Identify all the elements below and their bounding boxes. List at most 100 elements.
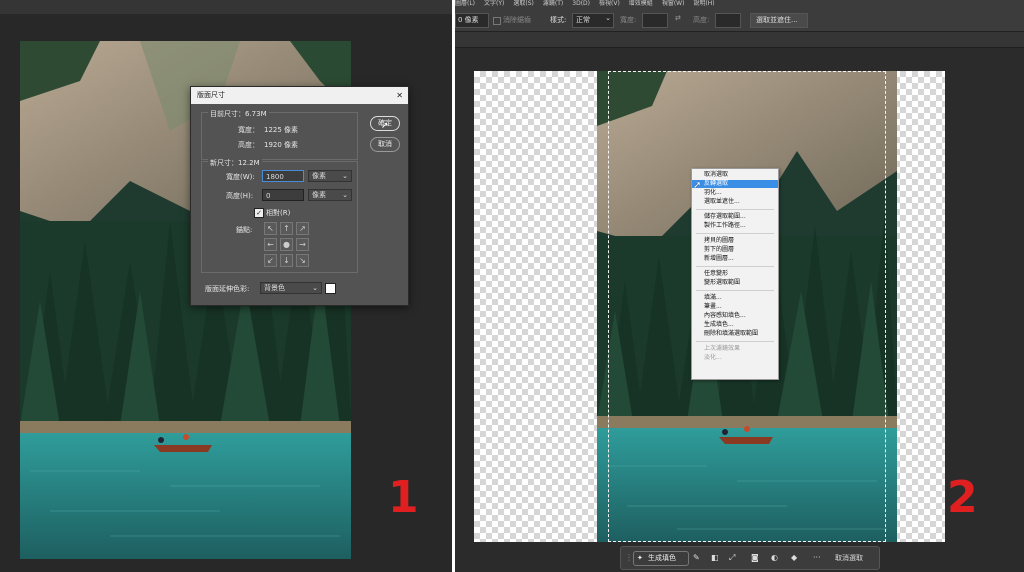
current-height-label: 高度：	[238, 141, 259, 149]
generate-fill-icon: ✦	[637, 554, 643, 562]
anchor-bottom-right-icon[interactable]: ↘	[296, 254, 309, 267]
menu-select[interactable]: 選取(S)	[513, 0, 534, 7]
menu-item-select-and-mask[interactable]: 選取並遮住...	[692, 198, 778, 206]
left-screenshot-panel: 版面尺寸 ✕ 目前尺寸：6.73M 寬度： 1225 像素 高度： 1920 像…	[0, 0, 452, 572]
close-icon[interactable]: ✕	[396, 87, 403, 104]
menu-separator	[696, 341, 774, 342]
height-unit-select[interactable]: 像素 ⌄	[308, 189, 352, 201]
extension-color-value: 背景色	[264, 284, 285, 292]
height-label: 高度(H):	[226, 192, 254, 200]
extension-color-swatch[interactable]	[325, 283, 336, 294]
chevron-down-icon: ⌄	[312, 284, 318, 292]
style-label: 樣式:	[550, 16, 567, 24]
dialog-titlebar: 版面尺寸 ✕	[191, 87, 408, 104]
style-value: 正常	[576, 16, 590, 24]
menu-help[interactable]: 說明(H)	[693, 0, 714, 7]
anti-alias-checkbox[interactable]	[493, 17, 501, 25]
width-label: 寬度(W):	[226, 173, 255, 181]
step-number-2: 2	[947, 472, 978, 523]
menu-item-deselect[interactable]: 取消選取	[692, 171, 778, 179]
generate-fill-button[interactable]: ✦ 生成填色	[633, 551, 689, 566]
menu-item-fade: 淡化...	[704, 354, 722, 361]
menu-view[interactable]: 檢視(V)	[599, 0, 620, 7]
chevron-down-icon: ⌄	[342, 172, 348, 180]
width-label: 寬度:	[620, 16, 637, 24]
mouse-cursor-icon: ➚	[693, 180, 702, 191]
menu-item-make-work-path[interactable]: 製作工作路徑...	[692, 222, 778, 230]
menu-window[interactable]: 視窗(W)	[662, 0, 685, 7]
anchor-bottom-icon[interactable]: ↓	[280, 254, 293, 267]
fill-bucket-icon[interactable]: ◆	[791, 551, 797, 565]
width-unit-select[interactable]: 像素 ⌄	[308, 170, 352, 182]
menu-item-inverse[interactable]: 反轉選取	[692, 180, 778, 188]
width-input[interactable]: 1800	[262, 170, 304, 182]
menu-item-content-aware-fill[interactable]: 內容感知填色...	[692, 312, 778, 320]
generate-fill-label: 生成填色	[648, 554, 676, 562]
anti-alias-label: 消除鋸齒	[503, 16, 531, 24]
feather-value: 0 像素	[458, 16, 479, 24]
deselect-button[interactable]: 取消選取	[835, 551, 863, 565]
menu-separator	[696, 233, 774, 234]
select-and-mask-button[interactable]: 選取並遮住...	[750, 13, 808, 28]
menu-item-transform-selection[interactable]: 變形選取範圍	[692, 279, 778, 287]
extension-color-select[interactable]: 背景色 ⌄	[260, 282, 322, 294]
menu-item-last-filter: 上次濾鏡效果	[704, 345, 741, 352]
menu-item-layer-via-copy[interactable]: 拷貝的圖層	[692, 237, 778, 245]
menu-item-feather[interactable]: 羽化...	[692, 189, 778, 197]
menu-bar: 圖層(L) 文字(Y) 選取(S) 濾鏡(T) 3D(D) 檢視(V) 增效模組 視窗(W) 說…	[455, 0, 1024, 8]
height-unit-value: 像素	[312, 191, 326, 199]
menu-item-new-layer[interactable]: 新增圖層...	[692, 255, 778, 263]
chevron-down-icon: ⌄	[605, 14, 611, 22]
menu-filter[interactable]: 濾鏡(T)	[543, 0, 563, 7]
brush-icon[interactable]: ✎	[693, 551, 700, 565]
width-unit-value: 像素	[312, 172, 326, 180]
menu-separator	[696, 209, 774, 210]
menu-separator	[696, 290, 774, 291]
left-top-strip	[0, 0, 452, 14]
menu-item-layer-via-cut[interactable]: 剪下的圖層	[692, 246, 778, 254]
cancel-button[interactable]: 取消	[370, 137, 400, 152]
menu-item-save-selection[interactable]: 儲存選取範圍...	[692, 213, 778, 221]
swap-icon[interactable]: ⇄	[675, 14, 681, 22]
menu-item-delete-and-fill[interactable]: 刪除和填滿選取範圍	[692, 330, 778, 338]
more-options-icon[interactable]: ···	[813, 551, 821, 565]
menu-type[interactable]: 文字(Y)	[484, 0, 504, 7]
anchor-top-left-icon[interactable]: ↖	[264, 222, 277, 235]
style-select[interactable]: 正常 ⌄	[572, 13, 614, 28]
anchor-grid: ↖ ↑ ↗ ← ● → ↙ ↓ ↘	[264, 222, 309, 267]
options-bar: 0 像素 消除鋸齒 樣式: 正常 ⌄ 寬度: ⇄ 高度: 選取並遮住...	[455, 8, 1024, 32]
anchor-right-icon[interactable]: →	[296, 238, 309, 251]
menu-3d[interactable]: 3D(D)	[572, 0, 590, 7]
mouse-cursor-icon: ➚	[381, 121, 389, 131]
width-field[interactable]	[642, 13, 668, 28]
height-label: 高度:	[693, 16, 710, 24]
step-number-1: 1	[388, 472, 419, 523]
current-size-group: 目前尺寸：6.73M 寬度： 1225 像素 高度： 1920 像素	[201, 109, 358, 160]
new-size-group: 新尺寸：12.2M 寬度(W): 1800 像素 ⌄ 高度(H): 0 像素 ⌄…	[201, 158, 358, 273]
select-subject-icon[interactable]: ◧	[711, 551, 719, 565]
menu-item-stroke[interactable]: 筆畫...	[692, 303, 778, 311]
feather-input[interactable]: 0 像素	[455, 13, 489, 28]
anchor-bottom-left-icon[interactable]: ↙	[264, 254, 277, 267]
menu-item-fill[interactable]: 填滿...	[692, 294, 778, 302]
anchor-left-icon[interactable]: ←	[264, 238, 277, 251]
anchor-top-icon[interactable]: ↑	[280, 222, 293, 235]
height-field[interactable]	[715, 13, 741, 28]
dialog-title: 版面尺寸	[197, 91, 225, 99]
context-menu: 取消選取 反轉選取 羽化... 選取並遮住... 儲存選取範圍... 製作工作路…	[691, 168, 779, 380]
current-height-value: 1920 像素	[264, 141, 299, 149]
select-and-mask-label: 選取並遮住...	[756, 16, 798, 24]
height-input[interactable]: 0	[262, 189, 304, 201]
transform-icon[interactable]: ⤢	[729, 551, 735, 565]
menu-layer[interactable]: 圖層(L)	[455, 0, 475, 7]
relative-checkbox[interactable]: ✓	[254, 208, 264, 218]
menu-item-generative-fill[interactable]: 生成填色...	[692, 321, 778, 329]
chevron-down-icon: ⌄	[342, 191, 348, 199]
anchor-top-right-icon[interactable]: ↗	[296, 222, 309, 235]
drag-handle-icon[interactable]: ⋮	[625, 551, 633, 565]
menu-plugins[interactable]: 增效模組	[629, 0, 653, 7]
mask-icon[interactable]: ◙	[751, 551, 759, 565]
menu-item-free-transform[interactable]: 任意變形	[692, 270, 778, 278]
anchor-center-icon[interactable]: ●	[280, 238, 293, 251]
adjustment-icon[interactable]: ◐	[771, 551, 778, 565]
